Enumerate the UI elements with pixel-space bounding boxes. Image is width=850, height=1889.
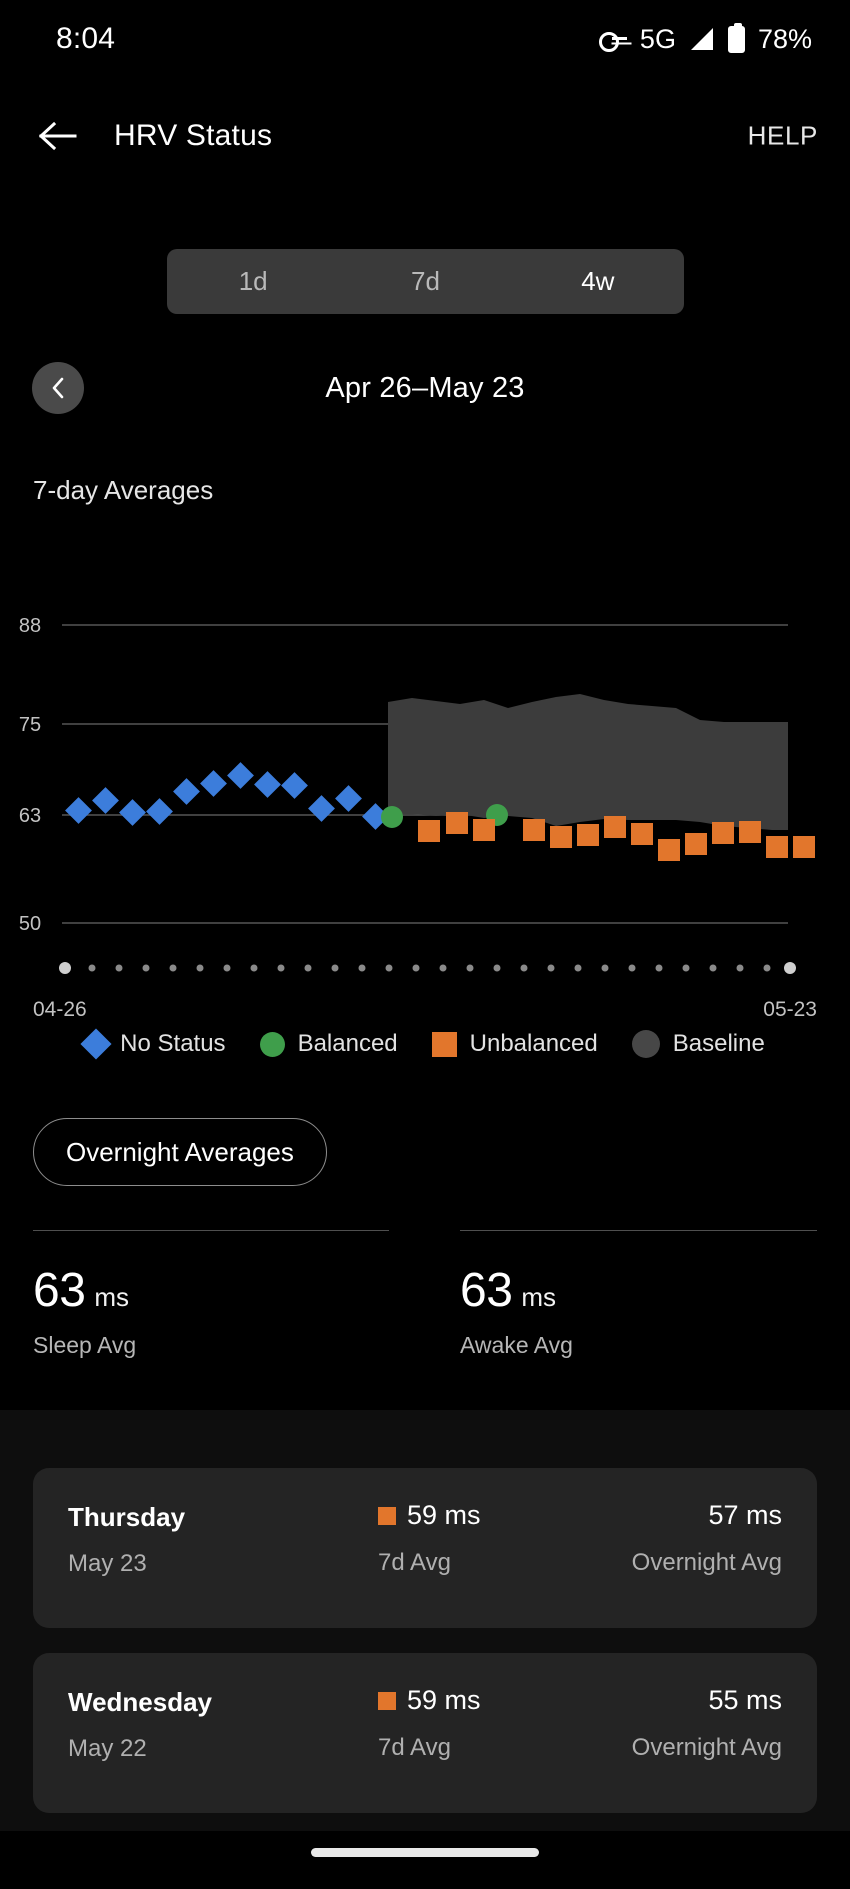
status-badge <box>378 1506 396 1525</box>
table-row[interactable]: Thursday May 23 59 ms 7d Avg 57 ms Overn… <box>33 1468 817 1628</box>
day-7d-avg: 59 ms 7d Avg <box>378 1685 481 1762</box>
legend-item-no-status: No Status <box>80 1028 226 1060</box>
legend-item-baseline: Baseline <box>631 1030 765 1058</box>
day-7d-avg-value: 59 ms <box>407 1685 481 1715</box>
day-name: Wednesday <box>68 1687 213 1717</box>
status-bar-clock: 8:04 <box>56 22 116 55</box>
svg-text:75: 75 <box>19 714 41 736</box>
legend-item-balanced: Balanced <box>259 1030 398 1058</box>
page-title: HRV Status <box>114 119 273 152</box>
system-navigation-bar <box>0 1831 850 1889</box>
tab-7d[interactable]: 7d <box>339 249 511 314</box>
app-bar: HRV Status HELP <box>0 96 850 176</box>
chart-y-axis-labels: 88 75 63 50 <box>19 615 41 935</box>
baseline-band <box>388 694 788 830</box>
sleep-avg-value: 63 <box>33 1264 86 1317</box>
sleep-avg-caption: Sleep Avg <box>33 1332 137 1358</box>
svg-text:88: 88 <box>19 615 41 637</box>
status-badge <box>378 1691 396 1710</box>
tab-1d[interactable]: 1d <box>167 249 339 314</box>
legend-label: Balanced <box>297 1030 398 1057</box>
date-navigation: Apr 26–May 23 <box>0 362 850 424</box>
day-7d-avg-value: 59 ms <box>407 1500 481 1530</box>
legend-label: Unbalanced <box>469 1030 598 1057</box>
square-marker-icon <box>431 1031 457 1057</box>
legend-label: Baseline <box>672 1030 765 1057</box>
chart-title: 7-day Averages <box>33 475 214 505</box>
legend-item-unbalanced: Unbalanced <box>431 1030 598 1058</box>
awake-avg-metric: 63 ms Awake Avg <box>425 1230 850 1359</box>
svg-text:50: 50 <box>19 913 41 935</box>
day-overnight-avg-value: 55 ms <box>708 1685 782 1715</box>
day-overnight-avg-value: 57 ms <box>708 1500 782 1530</box>
chart-x-axis-dots <box>59 962 796 974</box>
hrv-status-screen: 8:04 5G 78% HRV Status HELP 1d 7d 4w Apr… <box>0 0 850 1889</box>
awake-avg-unit: ms <box>521 1282 557 1312</box>
chart-x-end-label: 05-23 <box>763 998 817 1021</box>
home-gesture-handle[interactable] <box>311 1848 539 1857</box>
svg-text:63: 63 <box>19 805 41 827</box>
day-date: May 23 <box>68 1550 147 1577</box>
signal-icon <box>690 28 713 50</box>
day-overnight-avg-caption: Overnight Avg <box>631 1549 782 1576</box>
battery-percent-label: 78% <box>757 23 812 54</box>
status-bar-indicators: 5G 78% <box>598 22 812 55</box>
tab-4w[interactable]: 4w <box>512 249 684 314</box>
chart-legend: No Status Balanced Unbalanced Baseline <box>0 1028 850 1060</box>
network-type-label: 5G <box>639 23 676 54</box>
back-button[interactable] <box>24 102 92 170</box>
day-overnight-avg: 55 ms Overnight Avg <box>632 1685 782 1762</box>
chart-x-start-label: 04-26 <box>33 998 87 1021</box>
arrow-left-icon <box>39 121 77 151</box>
awake-avg-value: 63 <box>460 1264 513 1317</box>
day-7d-avg-caption: 7d Avg <box>378 1734 451 1761</box>
divider <box>460 1230 817 1231</box>
sleep-avg-metric: 63 ms Sleep Avg <box>0 1230 425 1359</box>
battery-icon <box>727 22 745 53</box>
diamond-marker-icon <box>80 1028 112 1060</box>
legend-label: No Status <box>120 1030 226 1057</box>
day-overnight-avg-caption: Overnight Avg <box>631 1734 782 1761</box>
day-7d-avg-caption: 7d Avg <box>378 1549 451 1576</box>
table-row[interactable]: Wednesday May 22 59 ms 7d Avg 55 ms Over… <box>33 1653 817 1813</box>
hrv-chart-svg: 88 75 63 50 <box>19 615 815 974</box>
day-overnight-avg: 57 ms Overnight Avg <box>632 1500 782 1577</box>
help-button[interactable]: HELP <box>748 121 818 152</box>
overnight-averages-metrics: 63 ms Sleep Avg 63 ms Awake Avg <box>0 1230 850 1359</box>
series-no-status <box>65 762 389 830</box>
awake-avg-caption: Awake Avg <box>460 1332 573 1358</box>
range-tabs: 1d 7d 4w <box>167 249 684 314</box>
day-date: May 22 <box>68 1735 147 1762</box>
status-bar: 8:04 5G 78% <box>0 0 850 78</box>
date-range-label: Apr 26–May 23 <box>325 372 525 404</box>
day-7d-avg: 59 ms 7d Avg <box>378 1500 481 1577</box>
circle-marker-icon <box>259 1031 285 1057</box>
overnight-averages-button[interactable]: Overnight Averages <box>33 1118 327 1186</box>
divider <box>33 1230 389 1231</box>
hrv-chart[interactable]: 88 75 63 50 <box>0 590 850 980</box>
sleep-avg-unit: ms <box>94 1282 130 1312</box>
day-name: Thursday <box>68 1502 186 1532</box>
baseline-marker-icon <box>631 1030 660 1058</box>
key-icon <box>598 30 627 52</box>
